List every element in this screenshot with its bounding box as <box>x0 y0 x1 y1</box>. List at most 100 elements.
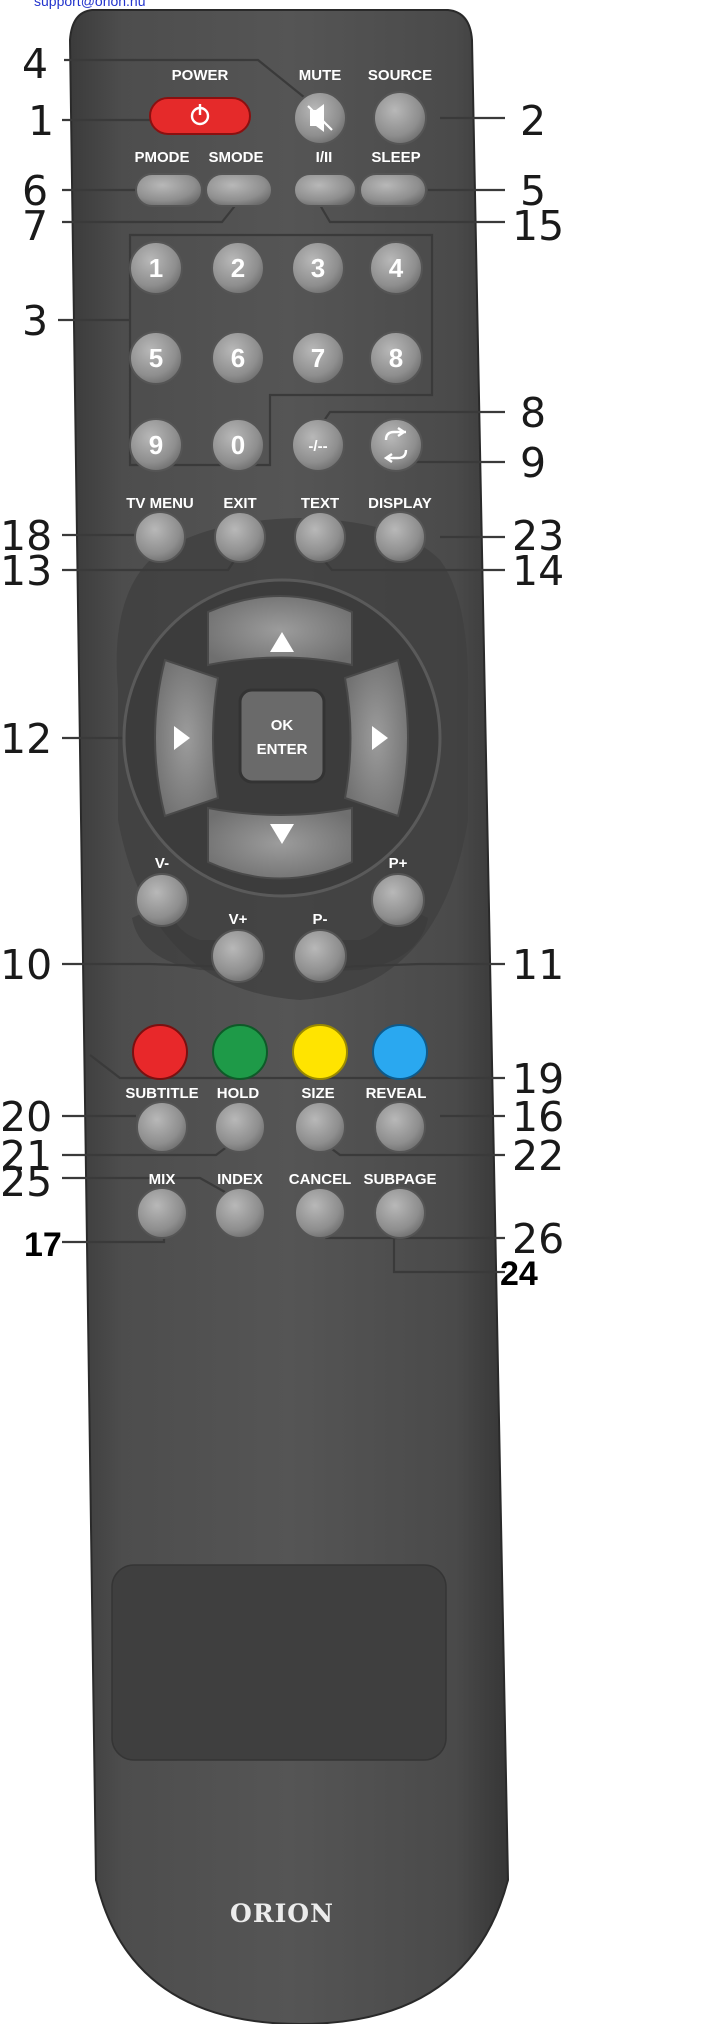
display-button[interactable] <box>374 511 426 563</box>
callout-13: 13 <box>0 547 52 595</box>
subtitle-button[interactable] <box>136 1101 188 1153</box>
green-key-button[interactable] <box>212 1024 268 1080</box>
p-plus-label: P+ <box>389 855 408 872</box>
cancel-label: CANCEL <box>289 1171 352 1188</box>
svg-text:9: 9 <box>149 430 163 460</box>
digit-9-button[interactable]: 9 <box>129 418 183 472</box>
digit-6-button[interactable]: 6 <box>211 331 265 385</box>
text-label: TEXT <box>301 495 339 512</box>
exit-label: EXIT <box>223 495 256 512</box>
v-minus-label: V- <box>155 855 169 872</box>
callout-8: 8 <box>520 389 546 437</box>
tv-menu-label: TV MENU <box>126 495 194 512</box>
subpage-button[interactable] <box>374 1187 426 1239</box>
nav-up-button[interactable] <box>207 595 353 667</box>
svg-text:5: 5 <box>149 343 163 373</box>
power-button[interactable] <box>149 97 251 135</box>
digit-7-button[interactable]: 7 <box>291 331 345 385</box>
subpage-label: SUBPAGE <box>363 1171 436 1188</box>
mix-label: MIX <box>149 1171 176 1188</box>
source-button[interactable] <box>373 91 427 145</box>
callout-12: 12 <box>0 715 52 763</box>
nav-right-button[interactable] <box>343 658 409 818</box>
subtitle-label: SUBTITLE <box>125 1085 198 1102</box>
callout-22: 22 <box>512 1132 564 1180</box>
sleep-button[interactable] <box>359 173 427 207</box>
pmode-label: PMODE <box>134 149 189 166</box>
hold-button[interactable] <box>214 1101 266 1153</box>
power-label: POWER <box>172 67 229 84</box>
svg-text:ENTER: ENTER <box>257 741 308 758</box>
svg-text:0: 0 <box>231 430 245 460</box>
reveal-label: REVEAL <box>366 1085 427 1102</box>
callout-2: 2 <box>520 97 546 145</box>
mute-button[interactable] <box>293 91 347 145</box>
svg-text:6: 6 <box>231 343 245 373</box>
hold-label: HOLD <box>217 1085 260 1102</box>
index-label: INDEX <box>217 1171 263 1188</box>
v-minus-button[interactable] <box>135 873 189 927</box>
digit-0-button[interactable]: 0 <box>211 418 265 472</box>
size-button[interactable] <box>294 1101 346 1153</box>
nav-down-button[interactable] <box>207 806 353 880</box>
red-key-button[interactable] <box>132 1024 188 1080</box>
nav-left-button[interactable] <box>154 658 220 818</box>
remote-diagram: POWER MUTE SOURCE PMODE SMODE I/II SLEEP… <box>0 9 564 2024</box>
p-minus-button[interactable] <box>293 929 347 983</box>
callout-11: 11 <box>512 941 564 989</box>
v-plus-label: V+ <box>229 911 248 928</box>
digit-3-button[interactable]: 3 <box>291 241 345 295</box>
callout-10: 10 <box>0 941 52 989</box>
teletext-panel <box>111 1564 447 1761</box>
smode-label: SMODE <box>208 149 263 166</box>
svg-text:OK: OK <box>271 717 294 734</box>
svg-text:1: 1 <box>149 253 163 283</box>
text-button[interactable] <box>294 511 346 563</box>
svg-text:4: 4 <box>389 253 404 283</box>
callout-9: 9 <box>520 439 546 487</box>
digit-8-button[interactable]: 8 <box>369 331 423 385</box>
callout-7: 7 <box>22 202 48 250</box>
smode-button[interactable] <box>205 173 273 207</box>
cancel-button[interactable] <box>294 1187 346 1239</box>
size-label: SIZE <box>301 1085 334 1102</box>
callout-15: 15 <box>512 202 564 250</box>
callout-25: 25 <box>0 1158 52 1206</box>
svg-text:2: 2 <box>231 253 245 283</box>
ok-enter-button[interactable]: OK ENTER <box>238 688 326 784</box>
tv-menu-button[interactable] <box>134 511 186 563</box>
brand-logo: ORION <box>230 1899 334 1928</box>
callout-17: 17 <box>24 1226 62 1264</box>
callout-24: 24 <box>500 1255 538 1293</box>
digit-1-button[interactable]: 1 <box>129 241 183 295</box>
recall-button[interactable] <box>369 418 423 472</box>
yellow-key-button[interactable] <box>292 1024 348 1080</box>
mute-label: MUTE <box>299 67 342 84</box>
mix-button[interactable] <box>136 1187 188 1239</box>
svg-text:8: 8 <box>389 343 403 373</box>
exit-button[interactable] <box>214 511 266 563</box>
svg-text:7: 7 <box>311 343 325 373</box>
callout-14: 14 <box>512 547 564 595</box>
p-minus-label: P- <box>313 911 328 928</box>
dual-button[interactable] <box>293 173 357 207</box>
callout-1: 1 <box>28 97 54 145</box>
p-plus-button[interactable] <box>371 873 425 927</box>
index-button[interactable] <box>214 1187 266 1239</box>
digit-4-button[interactable]: 4 <box>369 241 423 295</box>
callout-4: 4 <box>22 40 48 88</box>
blue-key-button[interactable] <box>372 1024 428 1080</box>
digit-2-button[interactable]: 2 <box>211 241 265 295</box>
pmode-button[interactable] <box>135 173 203 207</box>
sleep-label: SLEEP <box>371 149 420 166</box>
dual-label: I/II <box>316 149 333 166</box>
reveal-button[interactable] <box>374 1101 426 1153</box>
dash-button[interactable]: -/-- <box>291 418 345 472</box>
source-label: SOURCE <box>368 67 432 84</box>
callout-3: 3 <box>22 297 48 345</box>
display-label: DISPLAY <box>368 495 432 512</box>
svg-text:-/--: -/-- <box>308 438 327 455</box>
digit-5-button[interactable]: 5 <box>129 331 183 385</box>
v-plus-button[interactable] <box>211 929 265 983</box>
svg-text:3: 3 <box>311 253 325 283</box>
